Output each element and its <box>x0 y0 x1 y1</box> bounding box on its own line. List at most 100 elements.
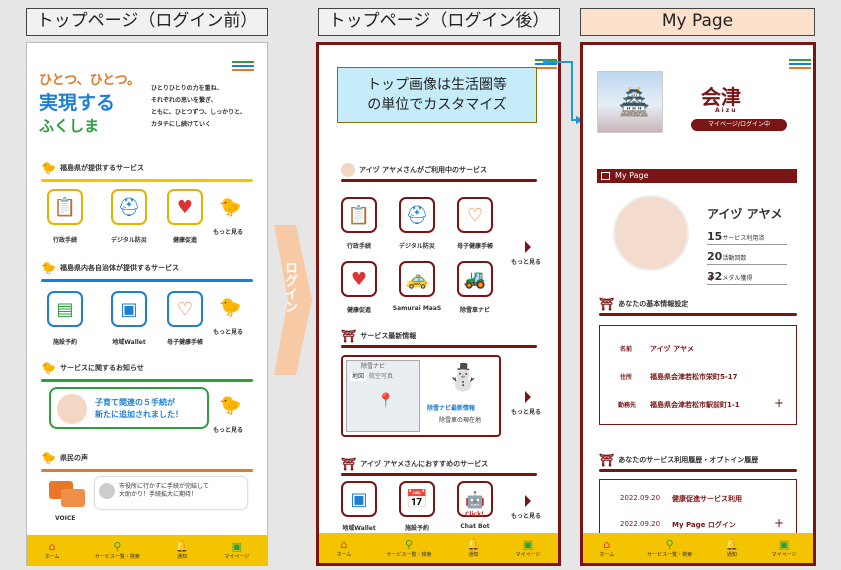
logo-line-1: ひとつ、ひとつ。 <box>39 73 141 88</box>
nav-home[interactable]: ⌂ ホーム <box>45 540 60 560</box>
more-link[interactable]: もっと見る <box>511 259 541 267</box>
news-card[interactable]: 除雪ナビ 地図 航空写真 📍 ⛄ 除雪ナビ最新情報 除雪車の現在地 <box>341 355 501 437</box>
service-wallet-button[interactable]: ▣ <box>111 291 147 327</box>
service-snowplow-button[interactable]: 🚜 <box>457 261 493 297</box>
more-link[interactable]: もっと見る <box>213 427 243 435</box>
menu-icon[interactable] <box>232 61 254 71</box>
mascot-icon: 🐤 <box>41 451 56 465</box>
nav-services[interactable]: ⚲ サービス一覧・検索 <box>647 538 692 558</box>
news-card[interactable]: 子育て関連の５手続が 新たに追加されました！ <box>49 387 209 429</box>
document-icon: 📋 <box>347 204 371 226</box>
service-wallet-button[interactable]: ▣ <box>341 481 377 517</box>
castle-photo: 🏯 <box>597 71 663 133</box>
nav-label: サービス一覧・検索 <box>647 552 693 558</box>
home-icon: ⌂ <box>340 538 348 551</box>
service-wallet-label: 地域Wallet <box>112 339 146 346</box>
add-button[interactable]: + <box>774 516 784 530</box>
nav-notify[interactable]: 🔔 通知 <box>175 540 189 560</box>
service-mch-button[interactable]: ♡ <box>167 291 203 327</box>
add-button[interactable]: + <box>774 396 784 410</box>
field-value: 福島県会津若松市駅前町1-1 <box>650 401 740 409</box>
field-key: 住所 <box>620 374 633 381</box>
section-title-using: アイヅ アヤメさんがご利用中のサービス <box>341 163 487 177</box>
section-news-label: サービスに関するお知らせ <box>59 364 144 372</box>
history-text: 健康促進サービス利用 <box>672 495 742 503</box>
service-facility-button[interactable]: ▤ <box>47 291 83 327</box>
user-icon <box>601 172 610 180</box>
section-title-basic: ⛩ あなたの基本情報設定 <box>599 297 688 311</box>
user-icon: ▣ <box>231 540 243 553</box>
nav-mypage[interactable]: ▣ マイページ <box>224 540 249 560</box>
login-transition-arrow: ログイン <box>274 225 312 375</box>
service-health-button[interactable]: ♥ <box>341 261 377 297</box>
field-key: 名前 <box>620 346 633 353</box>
service-admin-button[interactable]: 📋 <box>341 197 377 233</box>
history-card: 2022.09.20 健康促進サービス利用 2022.09.20 My Page… <box>599 479 797 539</box>
nav-label: 通知 <box>468 552 479 558</box>
service-maas-label: Samurai MaaS <box>392 305 442 312</box>
voice-card[interactable]: 市役所に行かずに手続が完結して 大助かり！手続拡大に期待！ <box>95 477 247 509</box>
history-text: My Page ログイン <box>672 521 736 529</box>
bell-icon: 🔔 <box>466 538 481 551</box>
map-title: 除雪ナビ <box>361 363 386 370</box>
stats: 15サービス利用済 20活動回数 32メダル獲得 <box>707 225 787 285</box>
torii-icon: ⛩ <box>341 329 357 343</box>
nav-services[interactable]: ⚲ サービス一覧・検索 <box>387 538 432 558</box>
logo-line-2: 実現する <box>39 92 116 114</box>
snowman-icon: ⛄ <box>447 363 480 393</box>
map-thumbnail: 除雪ナビ 地図 航空写真 📍 <box>346 360 420 432</box>
chevron-right-icon[interactable] <box>525 391 531 403</box>
section-underline <box>41 379 253 382</box>
section-underline <box>41 179 253 182</box>
section-title-history: ⛩ あなたのサービス利用履歴・オプトイン履歴 <box>599 453 758 467</box>
menu-icon[interactable] <box>789 59 811 69</box>
service-disaster-button[interactable]: ⛑ <box>399 197 435 233</box>
service-admin-label: 行政手続 <box>346 243 371 250</box>
service-maas-button[interactable]: 🚕 <box>399 261 435 297</box>
mascot-icon: 🐤 <box>219 197 242 218</box>
torii-icon: ⛩ <box>599 297 615 311</box>
section-title-pref: 🐤 福島県が提供するサービス <box>41 161 144 175</box>
service-admin-label: 行政手続 <box>52 237 77 244</box>
nav-label: ホーム <box>44 554 60 560</box>
service-health-button[interactable]: ♥ <box>167 189 203 225</box>
nav-home[interactable]: ⌂ ホーム <box>337 538 352 558</box>
map-tab: 航空写真 <box>369 373 394 380</box>
nav-mypage[interactable]: ▣ マイページ <box>772 538 797 558</box>
add-button[interactable]: + <box>707 273 715 284</box>
more-link[interactable]: もっと見る <box>511 513 541 521</box>
user-icon: ▣ <box>522 538 534 551</box>
chevron-right-icon[interactable] <box>525 495 531 507</box>
nav-services[interactable]: ⚲ サービス一覧・検索 <box>95 540 140 560</box>
service-mch-button[interactable]: ♡ <box>457 197 493 233</box>
service-disaster-button[interactable]: ⛑ <box>111 189 147 225</box>
section-history-label: あなたのサービス利用履歴・オプトイン履歴 <box>618 456 759 464</box>
service-facility-label: 施設予約 <box>52 339 77 346</box>
nav-label: サービス一覧・検索 <box>386 552 432 558</box>
more-link[interactable]: もっと見る <box>213 229 243 237</box>
service-facility-button[interactable]: 📅 <box>399 481 435 517</box>
more-link[interactable]: もっと見る <box>511 409 541 417</box>
service-admin-button[interactable]: 📋 <box>47 189 83 225</box>
section-title-voice: 🐤 県民の声 <box>41 451 88 465</box>
nav-notify[interactable]: 🔔 通知 <box>467 538 481 558</box>
intro-text: ひとりひとりの力を重ね、 それぞれの思いを繋ぎ、 ともに、ひとつずつ、しっかりと… <box>151 83 266 131</box>
section-title-muni: 🐤 福島県内各自治体が提供するサービス <box>41 261 179 275</box>
calendar-icon: 📅 <box>405 488 429 510</box>
section-title-news: 🐤 サービスに関するお知らせ <box>41 361 144 375</box>
more-link[interactable]: もっと見る <box>213 329 243 337</box>
chevron-right-icon[interactable] <box>525 241 531 253</box>
intro-line: ひとりひとりの力を重ね、 <box>151 85 223 92</box>
nav-home[interactable]: ⌂ ホーム <box>599 538 614 558</box>
nav-notify[interactable]: 🔔 通知 <box>725 538 739 558</box>
avatar <box>99 483 115 499</box>
caption-mypage: My Page <box>580 8 815 36</box>
section-basic-label: あなたの基本情報設定 <box>618 300 689 308</box>
intro-line: カタチにし続けていく <box>151 121 212 128</box>
news-title: 除雪ナビ最新情報 <box>427 405 476 412</box>
bell-icon: 🔔 <box>725 538 739 551</box>
banner-line: の単位でカスタマイズ <box>367 97 507 113</box>
nav-mypage[interactable]: ▣ マイページ <box>516 538 541 558</box>
bell-icon: 🔔 <box>175 540 190 553</box>
field-value: 福島県会津若松市栄町5-17 <box>650 373 738 381</box>
